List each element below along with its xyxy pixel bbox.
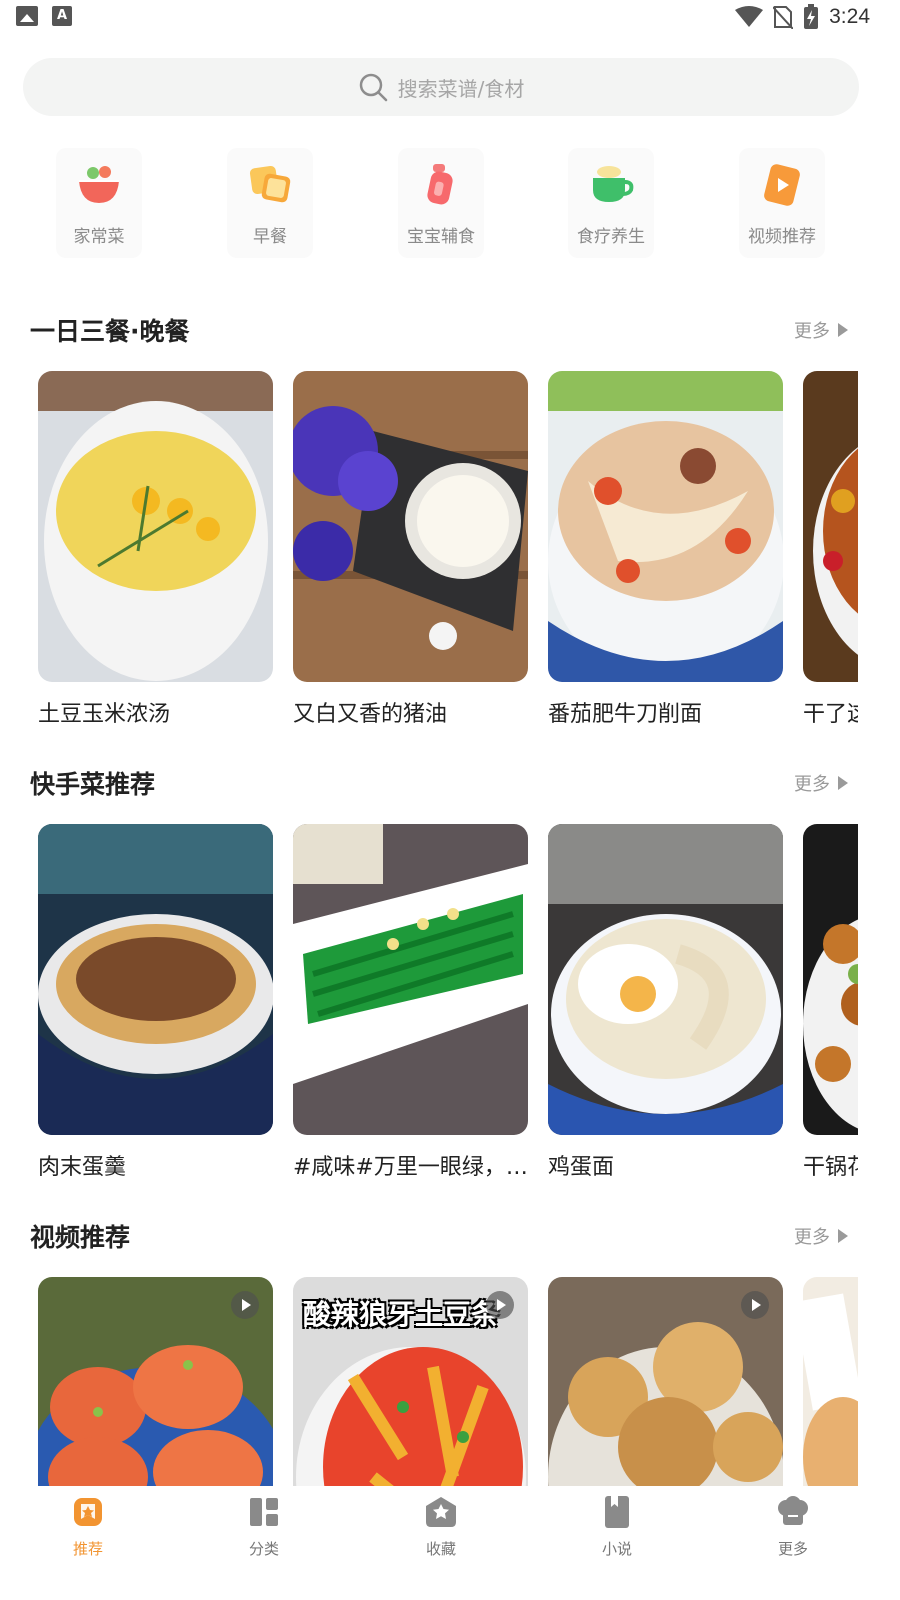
recipe-image [803,371,858,682]
chevron-right-icon [838,776,848,790]
video-card[interactable] [38,1277,273,1487]
recipe-title: 又白又香的猪油 [293,702,448,727]
recipe-title: 土豆玉米浓汤 [38,702,171,727]
recipe-title: 干了这 [803,702,858,727]
nav-novel[interactable]: 小说 [567,1494,667,1559]
recommend-icon [70,1494,106,1530]
video-card[interactable] [803,1277,858,1487]
chevron-right-icon [838,1229,848,1243]
video-thumbnail [548,1277,783,1487]
nav-label: 小说 [601,1540,632,1558]
more-chef-icon [775,1494,811,1530]
chevron-right-icon [838,323,848,337]
recipe-image [38,824,273,1135]
recipe-card[interactable]: #咸味#万里一眼绿，清炒菜心 [293,824,528,1181]
section-title: 快手菜推荐 [30,770,156,799]
nav-label: 更多 [777,1540,808,1558]
category-breakfast[interactable]: 早餐 [227,148,313,258]
search-icon [359,73,387,102]
search-placeholder: 搜索菜谱/食材 [397,76,525,101]
nav-label: 收藏 [425,1540,456,1558]
baby-bottle-icon [416,162,466,208]
favorite-icon [423,1494,459,1530]
recipe-card[interactable]: 肉末蛋羹 [38,824,273,1181]
status-bar: A 3:24 [0,0,900,36]
category-label: 视频推荐 [748,227,816,247]
recipe-image [38,371,273,682]
play-icon [486,1291,514,1319]
more-button[interactable]: 更多 [794,317,848,343]
section-title: 视频推荐 [30,1223,131,1252]
recipe-title: 鸡蛋面 [548,1155,615,1180]
category-dietary-health[interactable]: 食疗养生 [568,148,654,258]
nav-label: 分类 [248,1540,279,1558]
no-sim-icon [773,6,794,29]
category-home-cooking[interactable]: 家常菜 [56,148,142,258]
category-video-recommend[interactable]: 视频推荐 [739,148,825,258]
battery-charging-icon [804,4,819,29]
category-label: 早餐 [253,227,287,247]
more-button[interactable]: 更多 [794,770,848,796]
tea-cup-icon [586,162,636,208]
salad-bowl-icon [74,162,124,208]
recipe-title: 番茄肥牛刀削面 [548,702,703,727]
more-label: 更多 [794,1227,830,1248]
nav-more[interactable]: 更多 [743,1494,843,1559]
video-carousel[interactable]: 酸辣狼牙土豆条 [38,1277,858,1487]
category-label: 食疗养生 [577,227,645,247]
more-button[interactable]: 更多 [794,1223,848,1249]
recipe-card[interactable]: 土豆玉米浓汤 [38,371,273,728]
more-label: 更多 [794,321,830,342]
search-input[interactable]: 搜索菜谱/食材 [23,58,859,116]
play-icon [741,1291,769,1319]
play-icon [231,1291,259,1319]
section-title: 一日三餐·晚餐 [30,317,190,346]
recipe-card[interactable]: 干了这 [803,371,858,728]
wifi-icon [735,6,764,27]
recipe-image [548,824,783,1135]
image-icon [16,6,38,26]
category-label: 家常菜 [73,227,125,247]
toast-icon [245,162,295,208]
video-caption: 酸辣狼牙土豆条 [303,1298,500,1331]
bottom-navigation: 推荐 分类 收藏 小说 更多 [0,1486,900,1600]
video-thumbnail: 酸辣狼牙土豆条 [293,1277,528,1487]
nav-recommend[interactable]: 推荐 [38,1494,138,1559]
clock: 3:24 [829,5,870,28]
recipe-title: #咸味#万里一眼绿，清炒菜心 [293,1155,528,1180]
recipe-image [548,371,783,682]
a-icon: A [52,6,72,26]
recipe-carousel[interactable]: 土豆玉米浓汤 又白又香的猪油 番茄肥牛刀削面 干了这 [38,371,858,751]
category-baby-food[interactable]: 宝宝辅食 [398,148,484,258]
recipe-carousel[interactable]: 肉末蛋羹 #咸味#万里一眼绿，清炒菜心 鸡蛋面 干锅花 [38,824,858,1204]
novel-icon [599,1494,635,1530]
recipe-image [803,824,858,1135]
video-card[interactable]: 酸辣狼牙土豆条 [293,1277,528,1487]
nav-label: 推荐 [72,1540,103,1558]
category-label: 宝宝辅食 [407,227,475,247]
recipe-card[interactable]: 鸡蛋面 [548,824,783,1181]
recipe-card[interactable]: 干锅花 [803,824,858,1181]
video-thumbnail [38,1277,273,1487]
video-thumbnail [803,1277,858,1487]
nav-category[interactable]: 分类 [214,1494,314,1559]
recipe-title: 肉末蛋羹 [38,1155,127,1180]
video-play-icon [757,162,807,208]
recipe-image [293,824,528,1135]
recipe-title: 干锅花 [803,1155,858,1180]
category-icon [246,1494,282,1530]
recipe-image [293,371,528,682]
video-card[interactable] [548,1277,783,1487]
recipe-card[interactable]: 番茄肥牛刀削面 [548,371,783,728]
category-shortcuts: 家常菜 早餐 宝宝辅食 食疗养生 视频推荐 [0,148,900,260]
nav-favorite[interactable]: 收藏 [391,1494,491,1559]
more-label: 更多 [794,774,830,795]
recipe-card[interactable]: 又白又香的猪油 [293,371,528,728]
